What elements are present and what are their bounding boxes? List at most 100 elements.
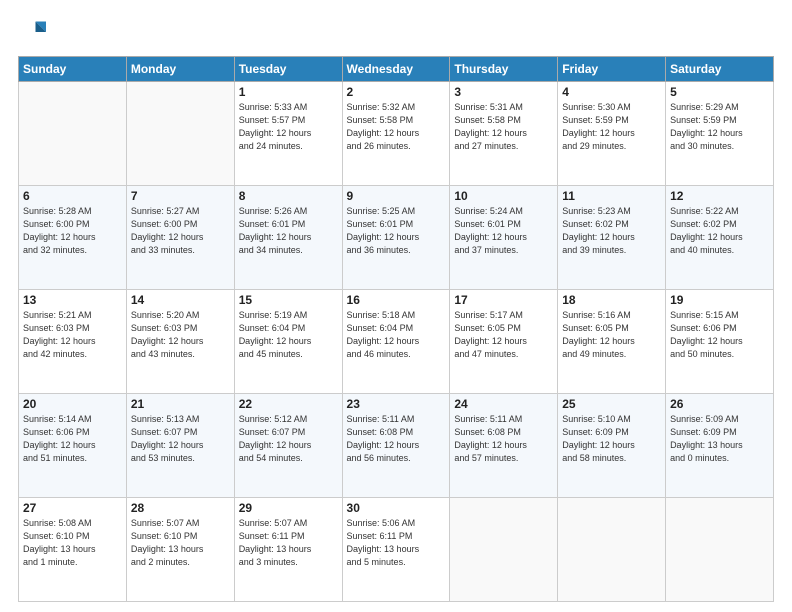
calendar-empty (666, 498, 774, 602)
day-info: Sunrise: 5:28 AM Sunset: 6:00 PM Dayligh… (23, 205, 122, 257)
day-info: Sunrise: 5:08 AM Sunset: 6:10 PM Dayligh… (23, 517, 122, 569)
day-number: 22 (239, 397, 338, 411)
day-info: Sunrise: 5:12 AM Sunset: 6:07 PM Dayligh… (239, 413, 338, 465)
day-number: 1 (239, 85, 338, 99)
calendar-day-17: 17 Sunrise: 5:17 AM Sunset: 6:05 PM Dayli… (450, 290, 558, 394)
calendar-day-30: 30 Sunrise: 5:06 AM Sunset: 6:11 PM Dayli… (342, 498, 450, 602)
calendar-empty (19, 82, 127, 186)
day-number: 17 (454, 293, 553, 307)
day-number: 30 (347, 501, 446, 515)
calendar-day-5: 5 Sunrise: 5:29 AM Sunset: 5:59 PM Daylig… (666, 82, 774, 186)
day-number: 10 (454, 189, 553, 203)
day-info: Sunrise: 5:19 AM Sunset: 6:04 PM Dayligh… (239, 309, 338, 361)
calendar-day-19: 19 Sunrise: 5:15 AM Sunset: 6:06 PM Dayli… (666, 290, 774, 394)
day-info: Sunrise: 5:25 AM Sunset: 6:01 PM Dayligh… (347, 205, 446, 257)
logo-icon (18, 18, 46, 46)
day-number: 24 (454, 397, 553, 411)
calendar-day-16: 16Sunrise: 5:18 AM Sunset: 6:04 PM Dayli… (342, 290, 450, 394)
day-info: Sunrise: 5:32 AM Sunset: 5:58 PM Dayligh… (347, 101, 446, 153)
day-info: Sunrise: 5:18 AM Sunset: 6:04 PM Dayligh… (347, 309, 446, 361)
calendar-table: SundayMondayTuesdayWednesdayThursdayFrid… (18, 56, 774, 602)
day-number: 23 (347, 397, 446, 411)
day-number: 4 (562, 85, 661, 99)
calendar-day-29: 29 Sunrise: 5:07 AM Sunset: 6:11 PM Dayli… (234, 498, 342, 602)
calendar-weekday-sunday: Sunday (19, 57, 127, 82)
day-info: Sunrise: 5:11 AM Sunset: 6:08 PM Dayligh… (454, 413, 553, 465)
day-info: Sunrise: 5:33 AM Sunset: 5:57 PM Dayligh… (239, 101, 338, 153)
calendar-week-3: 13 Sunrise: 5:21 AM Sunset: 6:03 PM Dayli… (19, 290, 774, 394)
day-info: Sunrise: 5:09 AM Sunset: 6:09 PM Dayligh… (670, 413, 769, 465)
day-info: Sunrise: 5:17 AM Sunset: 6:05 PM Dayligh… (454, 309, 553, 361)
calendar-weekday-friday: Friday (558, 57, 666, 82)
day-info: Sunrise: 5:22 AM Sunset: 6:02 PM Dayligh… (670, 205, 769, 257)
day-info: Sunrise: 5:23 AM Sunset: 6:02 PM Dayligh… (562, 205, 661, 257)
day-number: 7 (131, 189, 230, 203)
calendar-empty (450, 498, 558, 602)
day-number: 27 (23, 501, 122, 515)
calendar-day-27: 27 Sunrise: 5:08 AM Sunset: 6:10 PM Dayli… (19, 498, 127, 602)
calendar-day-13: 13 Sunrise: 5:21 AM Sunset: 6:03 PM Dayli… (19, 290, 127, 394)
day-info: Sunrise: 5:11 AM Sunset: 6:08 PM Dayligh… (347, 413, 446, 465)
day-info: Sunrise: 5:15 AM Sunset: 6:06 PM Dayligh… (670, 309, 769, 361)
calendar-weekday-tuesday: Tuesday (234, 57, 342, 82)
page: SundayMondayTuesdayWednesdayThursdayFrid… (0, 0, 792, 612)
calendar-empty (558, 498, 666, 602)
day-info: Sunrise: 5:06 AM Sunset: 6:11 PM Dayligh… (347, 517, 446, 569)
day-number: 6 (23, 189, 122, 203)
day-number: 12 (670, 189, 769, 203)
header (18, 18, 774, 46)
calendar-day-20: 20Sunrise: 5:14 AM Sunset: 6:06 PM Dayli… (19, 394, 127, 498)
day-info: Sunrise: 5:07 AM Sunset: 6:10 PM Dayligh… (131, 517, 230, 569)
day-number: 3 (454, 85, 553, 99)
day-number: 28 (131, 501, 230, 515)
day-info: Sunrise: 5:21 AM Sunset: 6:03 PM Dayligh… (23, 309, 122, 361)
day-number: 2 (347, 85, 446, 99)
calendar-day-23: 23 Sunrise: 5:11 AM Sunset: 6:08 PM Dayli… (342, 394, 450, 498)
day-info: Sunrise: 5:10 AM Sunset: 6:09 PM Dayligh… (562, 413, 661, 465)
day-info: Sunrise: 5:24 AM Sunset: 6:01 PM Dayligh… (454, 205, 553, 257)
calendar-day-14: 14 Sunrise: 5:20 AM Sunset: 6:03 PM Dayli… (126, 290, 234, 394)
day-number: 20 (23, 397, 122, 411)
day-number: 15 (239, 293, 338, 307)
calendar-week-1: 1 Sunrise: 5:33 AM Sunset: 5:57 PM Daylig… (19, 82, 774, 186)
day-info: Sunrise: 5:20 AM Sunset: 6:03 PM Dayligh… (131, 309, 230, 361)
day-info: Sunrise: 5:07 AM Sunset: 6:11 PM Dayligh… (239, 517, 338, 569)
calendar-day-11: 11 Sunrise: 5:23 AM Sunset: 6:02 PM Dayli… (558, 186, 666, 290)
calendar-day-22: 22 Sunrise: 5:12 AM Sunset: 6:07 PM Dayli… (234, 394, 342, 498)
calendar-day-3: 3Sunrise: 5:31 AM Sunset: 5:58 PM Daylig… (450, 82, 558, 186)
calendar-day-21: 21 Sunrise: 5:13 AM Sunset: 6:07 PM Dayli… (126, 394, 234, 498)
calendar-day-15: 15 Sunrise: 5:19 AM Sunset: 6:04 PM Dayli… (234, 290, 342, 394)
calendar-day-10: 10 Sunrise: 5:24 AM Sunset: 6:01 PM Dayli… (450, 186, 558, 290)
day-info: Sunrise: 5:29 AM Sunset: 5:59 PM Dayligh… (670, 101, 769, 153)
calendar-empty (126, 82, 234, 186)
day-number: 13 (23, 293, 122, 307)
day-number: 18 (562, 293, 661, 307)
calendar-day-1: 1 Sunrise: 5:33 AM Sunset: 5:57 PM Daylig… (234, 82, 342, 186)
calendar-day-24: 24 Sunrise: 5:11 AM Sunset: 6:08 PM Dayli… (450, 394, 558, 498)
calendar-day-28: 28 Sunrise: 5:07 AM Sunset: 6:10 PM Dayli… (126, 498, 234, 602)
calendar-day-2: 2 Sunrise: 5:32 AM Sunset: 5:58 PM Daylig… (342, 82, 450, 186)
calendar-day-18: 18Sunrise: 5:16 AM Sunset: 6:05 PM Dayli… (558, 290, 666, 394)
calendar-weekday-monday: Monday (126, 57, 234, 82)
calendar-day-12: 12 Sunrise: 5:22 AM Sunset: 6:02 PM Dayli… (666, 186, 774, 290)
calendar-weekday-saturday: Saturday (666, 57, 774, 82)
calendar-day-4: 4 Sunrise: 5:30 AM Sunset: 5:59 PM Daylig… (558, 82, 666, 186)
day-number: 11 (562, 189, 661, 203)
calendar-week-5: 27 Sunrise: 5:08 AM Sunset: 6:10 PM Dayli… (19, 498, 774, 602)
day-info: Sunrise: 5:27 AM Sunset: 6:00 PM Dayligh… (131, 205, 230, 257)
day-number: 21 (131, 397, 230, 411)
day-info: Sunrise: 5:13 AM Sunset: 6:07 PM Dayligh… (131, 413, 230, 465)
calendar-weekday-wednesday: Wednesday (342, 57, 450, 82)
calendar-day-8: 8Sunrise: 5:26 AM Sunset: 6:01 PM Daylig… (234, 186, 342, 290)
day-number: 9 (347, 189, 446, 203)
calendar-header-row: SundayMondayTuesdayWednesdayThursdayFrid… (19, 57, 774, 82)
day-number: 14 (131, 293, 230, 307)
day-number: 5 (670, 85, 769, 99)
day-number: 29 (239, 501, 338, 515)
calendar-day-26: 26Sunrise: 5:09 AM Sunset: 6:09 PM Dayli… (666, 394, 774, 498)
day-number: 19 (670, 293, 769, 307)
calendar-week-2: 6 Sunrise: 5:28 AM Sunset: 6:00 PM Daylig… (19, 186, 774, 290)
day-info: Sunrise: 5:30 AM Sunset: 5:59 PM Dayligh… (562, 101, 661, 153)
day-number: 8 (239, 189, 338, 203)
calendar-weekday-thursday: Thursday (450, 57, 558, 82)
